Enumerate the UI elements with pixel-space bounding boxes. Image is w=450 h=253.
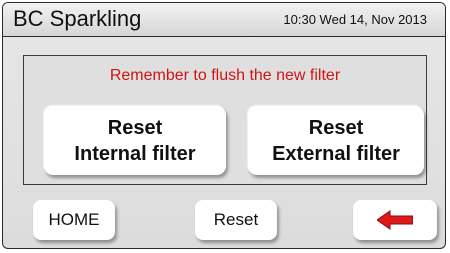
back-button[interactable] bbox=[353, 200, 437, 240]
datetime-display: 10:30 Wed 14, Nov 2013 bbox=[283, 12, 427, 27]
reset-internal-line1: Reset bbox=[107, 116, 163, 139]
reset-button[interactable]: Reset bbox=[195, 200, 277, 240]
home-button[interactable]: HOME bbox=[33, 200, 115, 240]
header-bar: BC Sparkling 10:30 Wed 14, Nov 2013 bbox=[3, 3, 445, 37]
reset-external-filter-button[interactable]: Reset External filter bbox=[248, 106, 424, 175]
reset-external-line1: Reset bbox=[308, 116, 364, 139]
reset-external-line2: External filter bbox=[272, 142, 400, 165]
screen-frame: BC Sparkling 10:30 Wed 14, Nov 2013 Reme… bbox=[2, 2, 446, 249]
reset-internal-filter-button[interactable]: Reset Internal filter bbox=[44, 106, 226, 175]
reset-internal-line2: Internal filter bbox=[74, 142, 196, 165]
home-label: HOME bbox=[48, 210, 100, 229]
filter-reset-panel: Remember to flush the new filter Reset I… bbox=[23, 55, 427, 185]
app-title: BC Sparkling bbox=[13, 6, 142, 31]
reset-label: Reset bbox=[213, 210, 259, 229]
left-arrow-icon bbox=[377, 210, 413, 230]
flush-notice: Remember to flush the new filter bbox=[109, 67, 341, 84]
